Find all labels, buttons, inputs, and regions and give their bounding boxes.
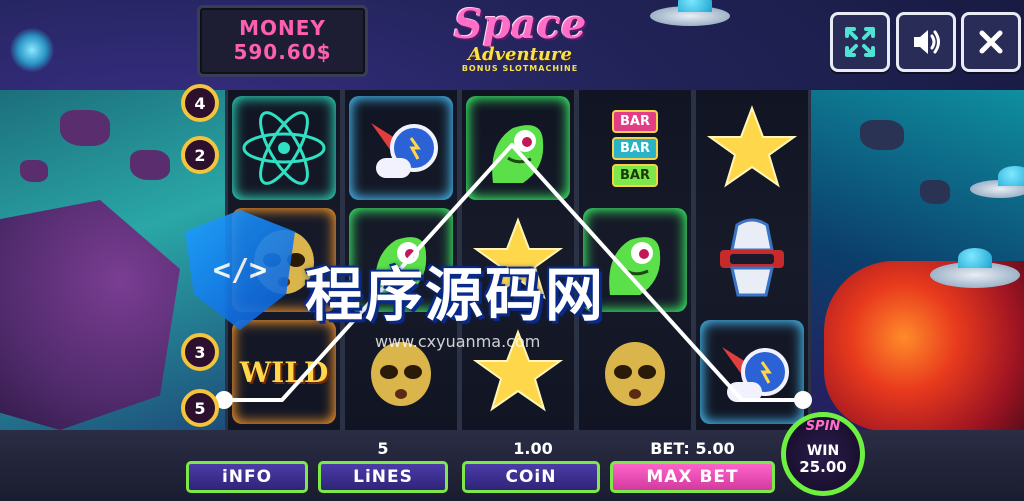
spin-button[interactable]: SPIN WIN 25.00 [781, 412, 865, 496]
lines-value: 5 [377, 439, 389, 458]
payline [215, 143, 812, 409]
lines-button[interactable]: LiNES [318, 461, 448, 493]
payline-end-dot [794, 391, 812, 409]
line-marker[interactable]: 2 [181, 136, 219, 174]
win-value: 25.00 [799, 457, 847, 476]
win-label: WIN [806, 442, 840, 459]
coin-value: 1.00 [513, 439, 553, 458]
line-marker[interactable]: 4 [181, 84, 219, 122]
bet-value: BET: 5.00 [650, 439, 735, 458]
spin-label: SPIN [805, 419, 841, 434]
line-marker[interactable]: 3 [181, 333, 219, 371]
info-button[interactable]: iNFO [186, 461, 308, 493]
max-bet-button[interactable]: MAX BET [610, 461, 775, 493]
coin-button[interactable]: COiN [462, 461, 600, 493]
bottom-bar: 5 1.00 BET: 5.00 iNFO LiNES COiN MAX BET [0, 430, 1024, 501]
line-marker[interactable]: 5 [181, 389, 219, 427]
